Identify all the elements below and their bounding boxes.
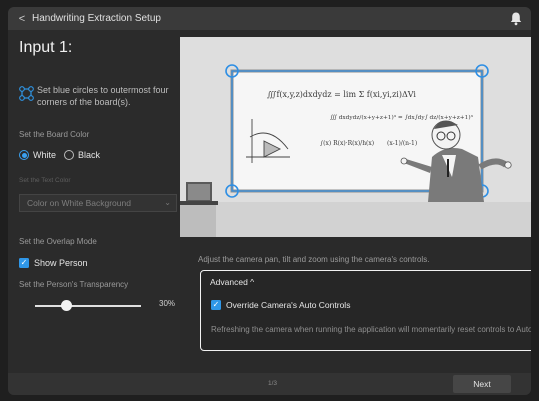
text-color-select[interactable]: Color on White Background ⌄ <box>19 194 177 212</box>
chevron-down-icon: ⌄ <box>164 198 171 207</box>
checkmark-icon: ✓ <box>211 300 221 310</box>
board-text-line2: ∭ dxdydz/(x+y+z+1)³ = ∫dx∫dy∫ dz/(x+y+z+… <box>330 114 474 121</box>
checkmark-icon: ✓ <box>19 258 29 268</box>
radio-black-indicator <box>64 150 75 160</box>
preview-scene: ∭f(x,y,z)dxdydz = lim Σ f(xi,yi,zi)ΔVi ∭… <box>180 37 531 237</box>
advanced-panel: Advanced ^ ✓ Override Camera's Auto Cont… <box>200 270 531 351</box>
radio-white[interactable]: White <box>19 150 56 160</box>
radio-black-label: Black <box>78 150 101 160</box>
transparency-value: 30% <box>159 299 176 308</box>
transparency-slider-track[interactable] <box>35 305 141 307</box>
bell-icon[interactable] <box>509 11 523 26</box>
camera-preview: ∭f(x,y,z)dxdydz = lim Σ f(xi,yi,zi)ΔVi ∭… <box>180 37 531 237</box>
transparency-label: Set the Person's Transparency <box>19 280 129 289</box>
input-heading: Input 1: <box>19 39 73 56</box>
board-text-line3: ∫(x) R(x)·R(x)/h(x) <box>320 140 374 147</box>
board-text-line1: ∭f(x,y,z)dxdydz = lim Σ f(xi,yi,zi)ΔVi <box>267 90 416 99</box>
page-indicator: 1/3 <box>268 380 278 387</box>
next-button[interactable]: Next <box>453 375 511 393</box>
radio-white-indicator <box>19 150 29 160</box>
override-auto-controls-checkbox[interactable]: ✓ Override Camera's Auto Controls <box>211 300 350 310</box>
override-auto-controls-label: Override Camera's Auto Controls <box>226 300 351 310</box>
settings-panel: Input 1: Set blue circles to outermost f… <box>8 30 180 373</box>
camera-controls-hint: Adjust the camera pan, tilt and zoom usi… <box>198 255 430 264</box>
advanced-note: Refreshing the camera when running the a… <box>211 325 531 334</box>
text-color-label: Set the Text Color <box>19 177 71 184</box>
corner-hint: Set blue circles to outermost four corne… <box>19 84 179 108</box>
footer-bar: 1/3 Next <box>8 373 531 395</box>
title-bar: < Handwriting Extraction Setup <box>8 7 531 30</box>
text-color-value: Color on White Background <box>27 198 131 208</box>
board-color-label: Set the Board Color <box>19 130 90 139</box>
board-text-line4: (x-1)/(n-1) <box>387 140 417 147</box>
show-person-label: Show Person <box>34 258 88 268</box>
advanced-toggle[interactable]: Advanced ^ <box>210 277 254 287</box>
board-color-radio-group: White Black <box>19 150 108 160</box>
transparency-slider-thumb[interactable] <box>61 300 73 311</box>
radio-white-label: White <box>33 150 57 160</box>
overlap-mode-label: Set the Overlap Mode <box>19 237 97 246</box>
app-window: < Handwriting Extraction Setup Input 1: … <box>8 7 531 395</box>
corner-handles-icon <box>19 86 34 101</box>
back-chevron-icon[interactable]: < <box>14 11 30 27</box>
corner-hint-text: Set blue circles to outermost four corne… <box>37 85 169 107</box>
window-title: Handwriting Extraction Setup <box>32 13 161 24</box>
show-person-checkbox[interactable]: ✓ Show Person <box>19 258 88 268</box>
radio-black[interactable]: Black <box>64 150 100 160</box>
